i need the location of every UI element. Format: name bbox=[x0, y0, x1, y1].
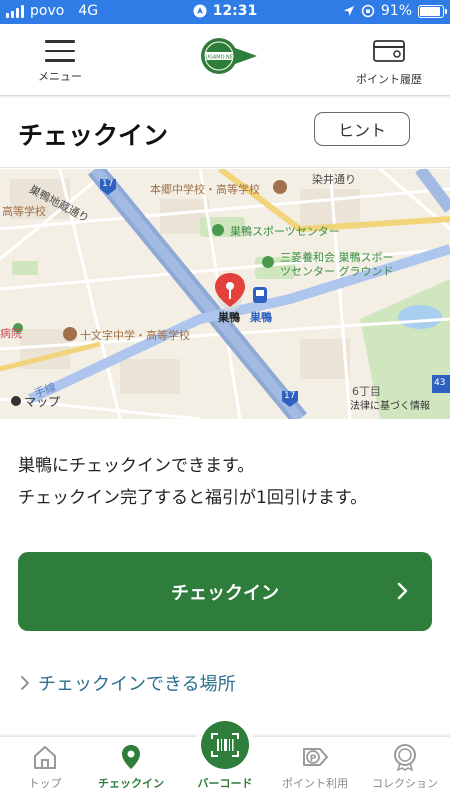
checkin-places-label: チェックインできる場所 bbox=[38, 674, 236, 695]
svg-text:P: P bbox=[310, 754, 317, 764]
map-view[interactable]: 巣鴨地蔵通り 本郷中学校・高等学校 染井通り 高等学校 巣鴨スポーツセンター 三… bbox=[0, 169, 450, 419]
tab-point-use[interactable]: P ポイント利用 bbox=[270, 737, 360, 800]
tab-checkin[interactable]: チェックイン bbox=[86, 737, 176, 800]
map-route-17-a: 17 bbox=[102, 179, 114, 189]
map-attribution[interactable]: マップ bbox=[24, 393, 60, 410]
checkin-button[interactable]: チェックイン bbox=[18, 552, 432, 631]
tab-collection[interactable]: コレクション bbox=[360, 737, 450, 800]
tab-point-use-label: ポイント利用 bbox=[282, 777, 348, 790]
status-bar: povo 4G 12:31 91% bbox=[0, 0, 450, 24]
status-time: 12:31 bbox=[212, 3, 258, 19]
home-icon bbox=[34, 746, 56, 769]
points-history-label: ポイント履歴 bbox=[356, 73, 422, 86]
map-school-left: 高等学校 bbox=[2, 205, 46, 218]
battery-percent: 91% bbox=[380, 3, 412, 19]
chevron-right-icon bbox=[21, 676, 29, 690]
page-title: チェックイン bbox=[18, 121, 169, 150]
barcode-icon bbox=[201, 721, 249, 769]
map-mitsubishi-line2: ツセンター グラウンド bbox=[280, 265, 394, 278]
points-history-button[interactable]: ポイント履歴 bbox=[348, 40, 430, 87]
map-station-label: 巣鴨 bbox=[250, 311, 272, 324]
checkin-button-label: チェックイン bbox=[171, 582, 279, 604]
location-pin-icon bbox=[122, 745, 140, 769]
menu-button[interactable]: メニュー bbox=[28, 38, 92, 84]
logo-text: SUGAMO.NET bbox=[202, 55, 237, 61]
description-line-2: チェックイン完了すると福引が1回引けます。 bbox=[18, 488, 368, 508]
checkin-card: チェックイン ヒント 巣鴨地蔵通り 本郷中学校・高等学校 染井通り 高等学校 巣… bbox=[0, 98, 450, 734]
hamburger-icon bbox=[45, 40, 75, 62]
chevron-right-icon bbox=[397, 582, 408, 600]
barcode-button[interactable] bbox=[196, 716, 254, 774]
title-row: チェックイン ヒント bbox=[0, 98, 450, 168]
tab-collection-label: コレクション bbox=[372, 777, 438, 790]
point-tag-icon: P bbox=[303, 748, 328, 766]
menu-label: メニュー bbox=[38, 69, 82, 83]
tab-top-label: トップ bbox=[28, 777, 62, 790]
map-hospital: 病院 bbox=[0, 327, 22, 340]
map-route-43: 43 bbox=[434, 378, 446, 388]
point-card-icon bbox=[373, 40, 405, 62]
hint-button[interactable]: ヒント bbox=[314, 112, 410, 146]
description-line-1: 巣鴨にチェックインできます。 bbox=[18, 456, 255, 476]
tab-top[interactable]: トップ bbox=[0, 737, 90, 800]
battery-level-fill bbox=[420, 6, 441, 16]
tab-checkin-label: チェックイン bbox=[98, 777, 164, 790]
app-header: メニュー SUGAMO.NET ポイント履歴 bbox=[0, 24, 450, 96]
orientation-lock-icon bbox=[361, 4, 375, 18]
medal-icon bbox=[394, 744, 416, 772]
sugamo-logo: SUGAMO.NET bbox=[201, 38, 257, 74]
map-school-jumonji: 十文字中学・高等学校 bbox=[80, 329, 190, 342]
checkin-description: 巣鴨にチェックインできます。 チェックイン完了すると福引が1回引けます。 bbox=[18, 450, 367, 514]
map-school-hongo: 本郷中学校・高等学校 bbox=[150, 183, 260, 196]
map-road-somei: 染井通り bbox=[312, 173, 356, 186]
location-arrow-icon bbox=[343, 6, 354, 16]
checkin-places-link[interactable]: チェックインできる場所 bbox=[20, 670, 236, 696]
map-legal-info-link[interactable]: 法律に基づく情報 bbox=[350, 397, 430, 412]
tab-barcode-label: バーコード bbox=[197, 777, 253, 790]
battery-icon bbox=[418, 4, 447, 18]
map-route-17-b: 17 bbox=[284, 391, 296, 401]
location-services-icon bbox=[193, 4, 207, 18]
map-station-pin-label: 巣鴨 bbox=[218, 311, 240, 324]
map-sports-center: 巣鴨スポーツセンター bbox=[230, 225, 340, 238]
